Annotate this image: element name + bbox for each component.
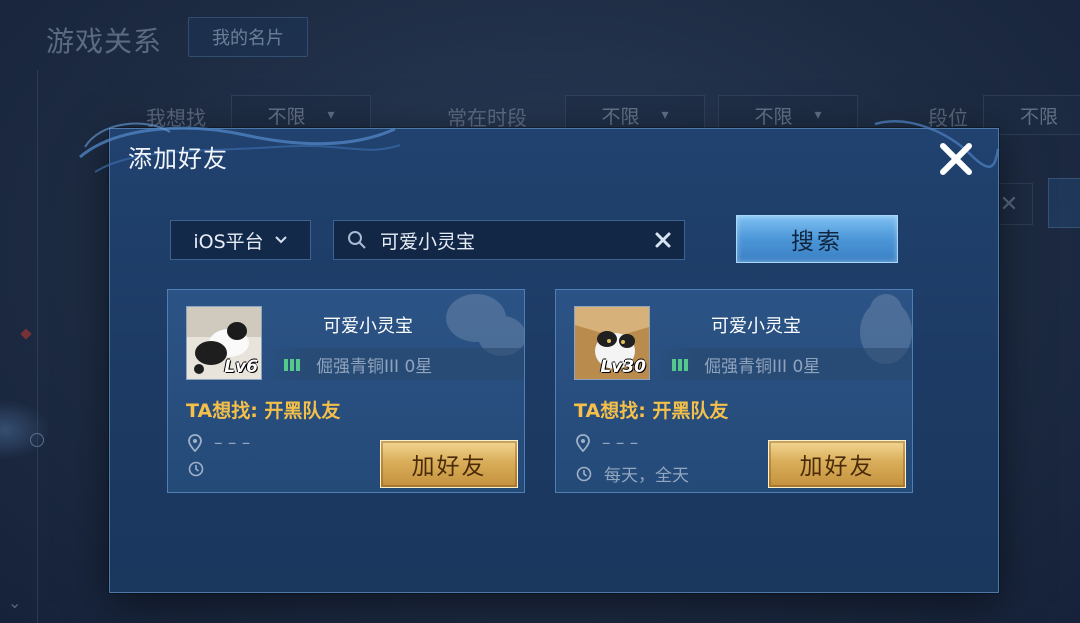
dialog-title: 添加好友 — [128, 145, 228, 173]
search-input[interactable] — [378, 228, 646, 252]
rank-badge-icon — [284, 357, 306, 371]
location-row: – – – — [188, 433, 250, 453]
platform-value: iOS平台 — [193, 230, 264, 253]
platform-select[interactable]: iOS平台 — [170, 220, 311, 260]
player-name: 可爱小灵宝 — [323, 316, 413, 337]
rank-row: 倔强青铜III 0星 — [656, 348, 912, 380]
add-friend-dialog: 添加好友 iOS平台 搜索 — [79, 120, 1000, 593]
clear-search-icon[interactable] — [646, 223, 680, 257]
close-icon[interactable] — [936, 139, 976, 179]
player-result-card: Lv30 可爱小灵宝 倔强青铜III 0星 TA想找: 开黑队友 – – – 每… — [555, 289, 913, 493]
looking-for-text: TA想找: 开黑队友 — [574, 400, 729, 422]
player-result-card: Lv6 可爱小灵宝 倔强青铜III 0星 TA想找: 开黑队友 – – – 加好… — [167, 289, 525, 493]
avatar: Lv30 — [574, 306, 650, 380]
location-text: – – – — [214, 433, 251, 453]
location-row: – – – — [576, 433, 638, 453]
player-name: 可爱小灵宝 — [711, 316, 801, 337]
time-row: 每天，全天 — [576, 461, 689, 486]
rank-text: 倔强青铜III 0星 — [704, 356, 821, 377]
background-button-edge[interactable] — [1048, 178, 1080, 228]
search-icon — [346, 229, 368, 251]
time-text: 每天，全天 — [604, 466, 689, 486]
filter-label-rank: 段位 — [928, 106, 968, 130]
add-friend-button[interactable]: 加好友 — [380, 440, 518, 488]
filter-label-looking-for: 我想找 — [146, 106, 206, 130]
filter-value: 不限 — [1019, 105, 1058, 128]
level-badge: Lv30 — [600, 357, 646, 377]
filter-value: 不限 — [754, 105, 793, 128]
time-row — [188, 461, 216, 477]
looking-for-text: TA想找: 开黑队友 — [186, 400, 341, 422]
rank-badge-icon — [672, 357, 694, 371]
chevron-down-icon: ▾ — [327, 107, 335, 123]
filter-label-time: 常在时段 — [447, 106, 527, 130]
search-field — [333, 220, 685, 260]
chevron-down-icon: ▾ — [814, 107, 822, 123]
left-rail-divider — [37, 70, 38, 623]
my-card-button[interactable]: 我的名片 — [188, 17, 308, 57]
search-button[interactable]: 搜索 — [736, 215, 898, 263]
chevron-down-icon[interactable]: ⌄ — [8, 593, 21, 612]
notification-dot-icon — [20, 328, 32, 340]
location-text: – – – — [602, 433, 639, 453]
location-pin-icon — [576, 434, 590, 452]
location-pin-icon — [188, 434, 202, 452]
chevron-down-icon — [274, 236, 287, 244]
chevron-down-icon: ▾ — [661, 107, 669, 123]
level-badge: Lv6 — [224, 357, 258, 377]
clock-icon — [188, 461, 204, 477]
rank-row: 倔强青铜III 0星 — [268, 348, 524, 380]
cloud-swirl-decoration — [79, 122, 401, 173]
rank-text: 倔强青铜III 0星 — [316, 356, 433, 377]
filter-value: 不限 — [601, 105, 640, 128]
glow-decoration — [0, 400, 50, 460]
ring-icon — [30, 433, 44, 447]
avatar: Lv6 — [186, 306, 262, 380]
page-title: 游戏关系 — [46, 25, 163, 58]
add-friend-button[interactable]: 加好友 — [768, 440, 906, 488]
filter-value: 不限 — [267, 105, 306, 128]
clock-icon — [576, 466, 592, 481]
